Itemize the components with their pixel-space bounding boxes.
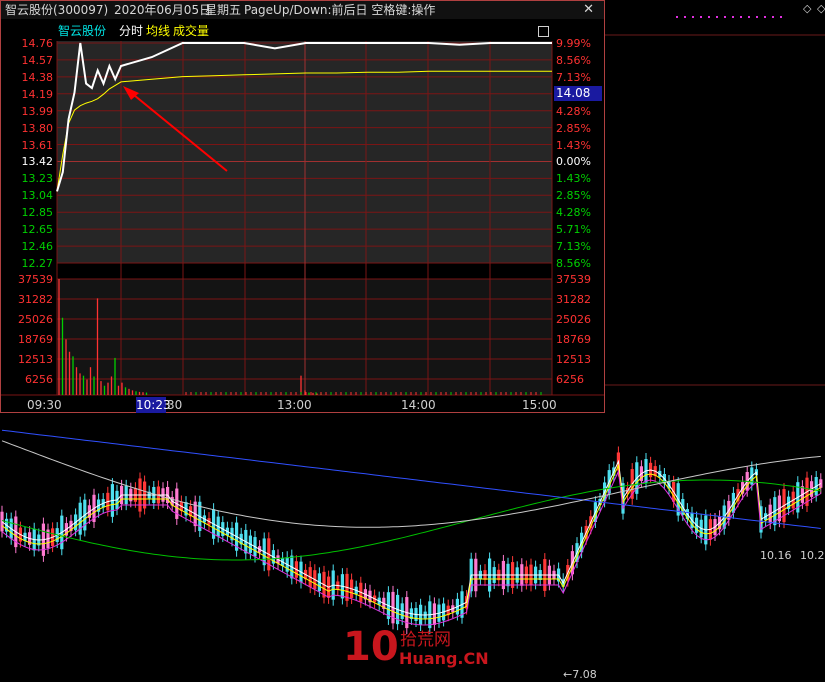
time-tick: 14:00: [401, 398, 436, 412]
moving-average-line: [1, 429, 821, 529]
axis-tick-label: 25026: [556, 313, 591, 326]
axis-tick-label: 0.00%: [556, 155, 591, 169]
axis-tick-label: 12.27: [21, 257, 54, 270]
axis-tick-label: 6256: [25, 373, 53, 386]
axis-tick-label: 12513: [18, 353, 53, 366]
axis-tick-label: 13.80: [21, 121, 54, 135]
axis-tick-label: 12.65: [21, 223, 54, 237]
axis-tick-label: 5.71%: [556, 223, 591, 237]
time-tick: 13:00: [277, 398, 312, 412]
axis-tick-label: 18769: [556, 333, 591, 346]
diamond-icon[interactable]: ◇: [817, 2, 825, 15]
axis-tick-label: 14.76: [21, 37, 54, 50]
axis-tick-label: 4.28%: [556, 206, 591, 220]
axis-tick-label: 8.56%: [556, 257, 591, 270]
axis-tick-label: 14.57: [21, 53, 54, 67]
axis-tick-label: 7.13%: [556, 70, 591, 84]
axis-tick-label: 13.42: [21, 155, 54, 169]
axis-tick-label: 12513: [556, 353, 591, 366]
ma-value-label: 10.2: [800, 549, 825, 562]
signal-dots: [676, 16, 786, 18]
axis-tick-label: 1.43%: [556, 172, 591, 186]
axis-tick-label: 31282: [556, 293, 591, 306]
moving-average-line: [1, 440, 821, 528]
watermark-logo: 10 拾荒网 Huang.CN: [343, 624, 489, 670]
intraday-plot: [1, 41, 604, 396]
time-tick: 09:30: [27, 398, 62, 412]
intraday-popup: 智云股份(300097) 2020年06月05日 星期五 PageUp/Down…: [0, 0, 605, 413]
time-cursor-label: 10:23: [136, 397, 171, 413]
axis-tick-label: 12.46: [21, 240, 54, 254]
axis-tick-label: 14.19: [21, 87, 54, 101]
kline-candle: [0, 511, 4, 532]
axis-tick-label: 37539: [556, 273, 591, 286]
current-price-tag: 14.08: [554, 86, 602, 101]
axis-tick-label: 12.85: [21, 206, 54, 220]
time-tick: 15:00: [522, 398, 557, 412]
axis-tick-label: 2.85%: [556, 121, 591, 135]
axis-tick-label: 31282: [18, 293, 53, 306]
axis-tick-label: 18769: [18, 333, 53, 346]
axis-tick-label: 6256: [556, 373, 584, 386]
axis-tick-label: 4.28%: [556, 104, 591, 118]
axis-tick-label: 37539: [18, 273, 53, 286]
axis-tick-label: 7.13%: [556, 240, 591, 254]
axis-tick-label: 14.38: [21, 70, 54, 84]
axis-tick-label: 25026: [18, 313, 53, 326]
axis-tick-label: 8.56%: [556, 53, 591, 67]
axis-tick-label: 13.99: [21, 104, 54, 118]
axis-tick-label: 13.23: [21, 172, 54, 186]
axis-tick-label: 13.04: [21, 189, 54, 203]
axis-tick-label: 9.99%: [556, 37, 591, 50]
axis-tick-label: 2.85%: [556, 189, 591, 203]
axis-tick-label: 1.43%: [556, 138, 591, 152]
diamond-icon[interactable]: ◇: [803, 2, 811, 15]
axis-tick-label: 13.61: [21, 138, 54, 152]
low-price-label: ←7.08: [563, 668, 597, 681]
plot-grid: [1, 41, 604, 396]
ma-value-label: 10.16: [760, 549, 792, 562]
